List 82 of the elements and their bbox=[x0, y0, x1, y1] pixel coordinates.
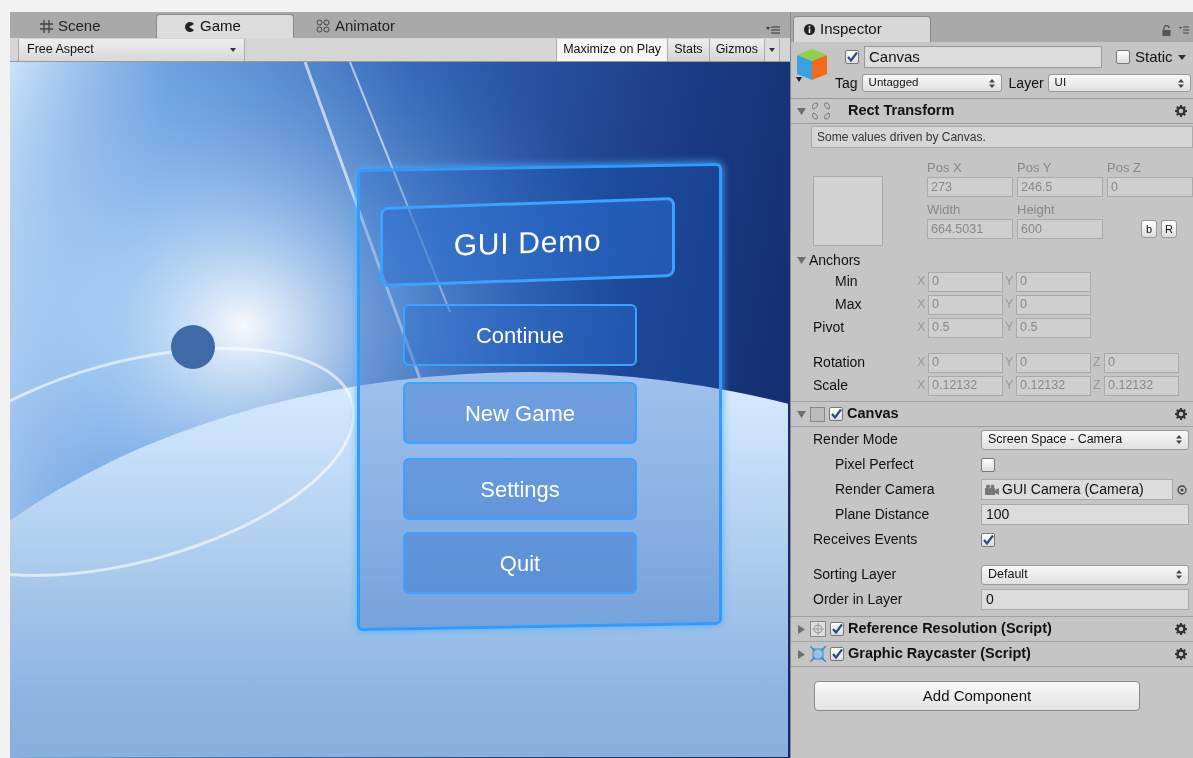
canvas-icon bbox=[810, 406, 825, 422]
static-checkbox[interactable] bbox=[1116, 50, 1130, 64]
field-label: Order in Layer bbox=[812, 590, 904, 609]
field-label: Sorting Layer bbox=[812, 565, 898, 584]
static-label: Static bbox=[1135, 46, 1173, 67]
field-label: Scale bbox=[812, 376, 850, 395]
field-label: Render Mode bbox=[812, 430, 899, 449]
panel-menu-icon bbox=[766, 25, 780, 35]
field-label: Min bbox=[834, 272, 859, 291]
target-picker-icon bbox=[1177, 484, 1187, 495]
gear-icon bbox=[1175, 623, 1187, 635]
selection-frame-icon bbox=[810, 646, 826, 662]
layer-label: Layer bbox=[1008, 73, 1044, 93]
menu-button[interactable]: Settings bbox=[403, 458, 637, 520]
column-header: Pos Y bbox=[1017, 159, 1053, 177]
toolbar-toggle-button[interactable]: Gizmos bbox=[708, 38, 764, 61]
rect-transform-icon bbox=[810, 101, 832, 121]
editor-tab[interactable]: Animator bbox=[294, 14, 432, 38]
field-label: Anchors bbox=[809, 250, 861, 270]
dropdown-arrow-icon bbox=[230, 47, 236, 52]
info-message: Some values driven by Canvas. bbox=[811, 126, 1193, 148]
component-title: Rect Transform bbox=[848, 101, 956, 121]
active-checkbox[interactable] bbox=[845, 50, 859, 64]
inspector-tab[interactable]: Inspector bbox=[793, 16, 931, 42]
name-field[interactable]: Canvas bbox=[864, 46, 1102, 68]
toolbar-toggle-button[interactable]: Maximize on Play bbox=[556, 38, 668, 61]
checkbox[interactable] bbox=[981, 532, 995, 547]
updown-arrow-icon bbox=[988, 78, 995, 88]
component-title: Reference Resolution (Script) bbox=[848, 619, 1053, 639]
four-circles-icon bbox=[316, 19, 330, 33]
mode-button[interactable]: b bbox=[1141, 220, 1157, 238]
pacman-icon bbox=[183, 20, 195, 33]
dropdown[interactable]: UI bbox=[1047, 74, 1191, 92]
updown-arrow-icon bbox=[1176, 570, 1182, 579]
grid-icon bbox=[40, 19, 53, 33]
camera-icon bbox=[985, 484, 999, 495]
column-header: Height bbox=[1017, 201, 1056, 219]
field-label: Render Camera bbox=[834, 480, 936, 499]
gear-icon bbox=[1175, 105, 1187, 117]
editor-tab[interactable]: Scene bbox=[18, 14, 156, 38]
component-title: Graphic Raycaster (Script) bbox=[848, 644, 1032, 664]
object-field[interactable]: GUI Camera (Camera) bbox=[981, 479, 1173, 500]
enable-checkbox[interactable] bbox=[830, 647, 844, 661]
dropdown[interactable]: Untagged bbox=[861, 74, 1002, 92]
lock-icon bbox=[1162, 25, 1171, 36]
dropdown[interactable]: Screen Space - Camera bbox=[981, 429, 1189, 450]
checkbox[interactable] bbox=[981, 457, 995, 472]
toolbar-toggle-button[interactable]: Stats bbox=[667, 38, 709, 61]
dropdown[interactable]: Default bbox=[981, 564, 1189, 585]
field-label: Pixel Perfect bbox=[834, 455, 915, 474]
menu-button[interactable]: Quit bbox=[403, 532, 637, 594]
editor-tab[interactable]: Game bbox=[156, 14, 294, 38]
field-label: Rotation bbox=[812, 353, 867, 372]
tag-label: Tag bbox=[835, 73, 858, 93]
number-field[interactable]: 100 bbox=[981, 504, 1189, 525]
column-header: Width bbox=[927, 201, 962, 219]
column-header: Pos Z bbox=[1107, 159, 1142, 177]
gear-icon bbox=[1175, 408, 1187, 420]
field-label: Max bbox=[834, 295, 863, 314]
component-icon bbox=[810, 621, 826, 637]
mode-button[interactable]: R bbox=[1161, 220, 1177, 238]
component-title: Canvas bbox=[847, 404, 900, 424]
gizmos-dropdown-button[interactable] bbox=[764, 38, 780, 61]
number-field[interactable]: 0 bbox=[981, 589, 1189, 610]
enable-checkbox[interactable] bbox=[829, 407, 843, 421]
aspect-dropdown[interactable]: Free Aspect bbox=[18, 38, 245, 61]
menu-button[interactable]: Continue bbox=[403, 304, 637, 366]
field-label: Plane Distance bbox=[834, 505, 931, 524]
column-header: Pos X bbox=[927, 159, 963, 177]
field-label: Pivot bbox=[812, 318, 846, 337]
enable-checkbox[interactable] bbox=[830, 622, 844, 636]
info-icon bbox=[804, 24, 815, 35]
dropdown-arrow-icon bbox=[769, 47, 775, 52]
updown-arrow-icon bbox=[1176, 435, 1182, 444]
add-component-button[interactable]: Add Component bbox=[814, 681, 1140, 711]
menu-title: GUI Demo bbox=[380, 196, 675, 288]
gear-icon bbox=[1175, 648, 1187, 660]
panel-menu-icon bbox=[1179, 26, 1189, 34]
updown-arrow-icon bbox=[1178, 78, 1184, 88]
dropdown-arrow-icon bbox=[1177, 54, 1186, 60]
cube-icon bbox=[795, 46, 829, 84]
field-label: Receives Events bbox=[812, 530, 919, 549]
